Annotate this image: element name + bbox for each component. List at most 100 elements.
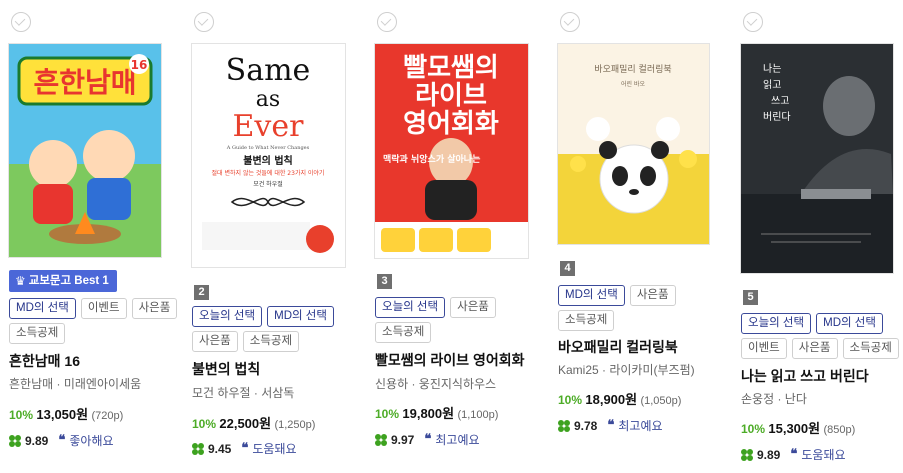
tag-tax-deduction[interactable]: 소득공제	[558, 310, 615, 331]
quote-icon: ❝	[241, 441, 249, 456]
discount-rate: 10%	[9, 408, 34, 422]
book-author-publisher[interactable]: 흔한남매 · 미래엔아이세움	[9, 375, 141, 392]
cover-title-line3: Ever	[233, 109, 305, 144]
rating-score: 9.89	[757, 447, 781, 462]
tag-gift[interactable]: 사은품	[131, 298, 178, 319]
reward-points: (1,050p)	[640, 395, 682, 407]
tag-list: 오늘의 선택 사은품 소득공제	[375, 297, 545, 343]
rating-score: 9.97	[391, 432, 415, 447]
book-cover[interactable]: 빨모쌤의 라이브 영어회화 맥락과 뉘앙스가 살아나는	[375, 44, 528, 258]
tag-tax-deduction[interactable]: 소득공제	[375, 322, 432, 343]
rank-badge: 2	[194, 285, 209, 300]
rank-badge: 4	[560, 261, 575, 276]
tag-md-pick[interactable]: MD의 선택	[9, 298, 76, 319]
tag-md-pick[interactable]: MD의 선택	[558, 285, 625, 306]
reward-points: (1,250p)	[274, 419, 316, 431]
tag-tax-deduction[interactable]: 소득공제	[242, 331, 300, 352]
book-rating: 9.97 ❝ 최고예요	[375, 431, 480, 448]
cover-title-line4: 버린다	[763, 111, 791, 123]
book-title[interactable]: 나는 읽고 쓰고 버린다	[741, 366, 869, 386]
tag-list: 오늘의 선택 MD의 선택 이벤트 사은품 소득공제	[741, 313, 903, 359]
book-rating: 9.78 ❝ 최고예요	[558, 417, 663, 434]
tag-today-pick[interactable]: 오늘의 선택	[741, 313, 812, 334]
sale-price: 15,300원	[768, 421, 821, 436]
book-title[interactable]: 빨모쌤의 라이브 영어회화	[375, 350, 524, 370]
book-price: 10% 18,900원 (1,050p)	[558, 389, 681, 408]
book-cover[interactable]: 바오패밀리 컬러링북 어린 바오	[558, 44, 709, 244]
book-title[interactable]: 바오패밀리 컬러링북	[558, 337, 678, 357]
cover-subtitle: 어린 바오	[621, 80, 645, 88]
cover-title-line3: 쓰고	[771, 95, 789, 107]
select-check-icon[interactable]	[377, 12, 397, 32]
discount-rate: 10%	[192, 417, 217, 431]
book-cover[interactable]: 나는 읽고 쓰고 버린다	[741, 44, 893, 273]
cover-title-line1: Same	[226, 53, 311, 88]
cover-title-line1: 나는	[763, 63, 781, 75]
tag-gift[interactable]: 사은품	[450, 297, 496, 318]
book-title[interactable]: 불변의 법칙	[192, 359, 260, 379]
discount-rate: 10%	[375, 407, 400, 421]
review-keyword[interactable]: 좋아해요	[69, 432, 113, 449]
review-keyword[interactable]: 최고예요	[618, 417, 662, 434]
tag-md-pick[interactable]: MD의 선택	[816, 313, 883, 334]
clover-icon	[741, 448, 753, 461]
cover-title: 바오패밀리 컬러링북	[594, 63, 671, 75]
tag-today-pick[interactable]: 오늘의 선택	[375, 297, 446, 318]
review-keyword[interactable]: 도움돼요	[801, 446, 845, 463]
crown-icon: ♛	[15, 274, 26, 288]
tag-md-pick[interactable]: MD의 선택	[267, 306, 334, 327]
sale-price: 22,500원	[219, 416, 272, 431]
quote-icon: ❝	[790, 447, 798, 462]
reward-points: (1,100p)	[457, 409, 499, 421]
book-rating: 9.45 ❝ 도움돼요	[192, 440, 297, 457]
clover-icon	[375, 433, 387, 446]
tag-gift[interactable]: 사은품	[629, 285, 676, 306]
rating-score: 9.78	[574, 418, 598, 433]
tag-list: MD의 선택 사은품 소득공제	[558, 285, 728, 331]
book-author-publisher[interactable]: 손웅정 · 난다	[741, 390, 807, 407]
select-check-icon[interactable]	[743, 12, 763, 32]
book-cover[interactable]: 흔한남매 16	[9, 44, 161, 257]
clover-icon	[192, 442, 204, 455]
book-rating: 9.89 ❝ 도움돼요	[741, 446, 846, 463]
quote-icon: ❝	[424, 432, 432, 447]
book-cover[interactable]: Same as Ever A Guide to What Never Chang…	[192, 44, 345, 267]
select-check-icon[interactable]	[560, 12, 580, 32]
tag-event[interactable]: 이벤트	[741, 338, 787, 359]
tag-gift[interactable]: 사은품	[791, 338, 838, 359]
cover-korean-title: 불변의 법칙	[243, 154, 292, 167]
discount-rate: 10%	[741, 422, 766, 436]
reward-points: (850p)	[823, 424, 856, 436]
book-author-publisher[interactable]: 모건 하우절 · 서삼독	[192, 384, 294, 401]
select-check-icon[interactable]	[11, 12, 31, 32]
cover-number: 16	[131, 58, 148, 72]
book-price: 10% 22,500원 (1,250p)	[192, 413, 315, 432]
review-keyword[interactable]: 도움돼요	[252, 440, 296, 457]
sale-price: 13,050원	[36, 407, 89, 422]
tag-gift[interactable]: 사은품	[192, 331, 238, 352]
book-price: 10% 13,050원 (720p)	[9, 404, 123, 423]
quote-icon: ❝	[58, 433, 66, 448]
tag-tax-deduction[interactable]: 소득공제	[9, 323, 66, 344]
review-keyword[interactable]: 최고예요	[435, 431, 479, 448]
reward-points: (720p)	[91, 410, 124, 422]
cover-left-text: 맥락과 뉘앙스가 살아나는	[383, 153, 480, 165]
cover-title-line3: 영어회화	[403, 109, 499, 139]
select-check-icon[interactable]	[194, 12, 214, 32]
cover-author: 모건 하우절	[253, 180, 283, 188]
tag-list: MD의 선택 이벤트 사은품 소득공제	[9, 298, 179, 344]
cover-subtitle: A Guide to What Never Changes	[226, 145, 310, 151]
book-author-publisher[interactable]: 신용하 · 웅진지식하우스	[375, 375, 496, 392]
book-title[interactable]: 흔한남매 16	[9, 351, 80, 371]
clover-icon	[558, 419, 570, 432]
tag-today-pick[interactable]: 오늘의 선택	[192, 306, 263, 327]
cover-title-line2: 라이브	[415, 81, 487, 111]
sale-price: 18,900원	[585, 392, 638, 407]
tag-tax-deduction[interactable]: 소득공제	[842, 338, 899, 359]
tag-event[interactable]: 이벤트	[80, 298, 127, 319]
book-author-publisher[interactable]: Kami25 · 라이카미(부즈펌)	[558, 361, 695, 378]
cover-title-line1: 빨모쌤의	[403, 53, 499, 83]
book-price: 10% 15,300원 (850p)	[741, 418, 855, 437]
cover-korean-sub: 절대 변하지 않는 것들에 대한 23가지 이야기	[212, 169, 325, 177]
rank-badge: 5	[743, 290, 758, 305]
